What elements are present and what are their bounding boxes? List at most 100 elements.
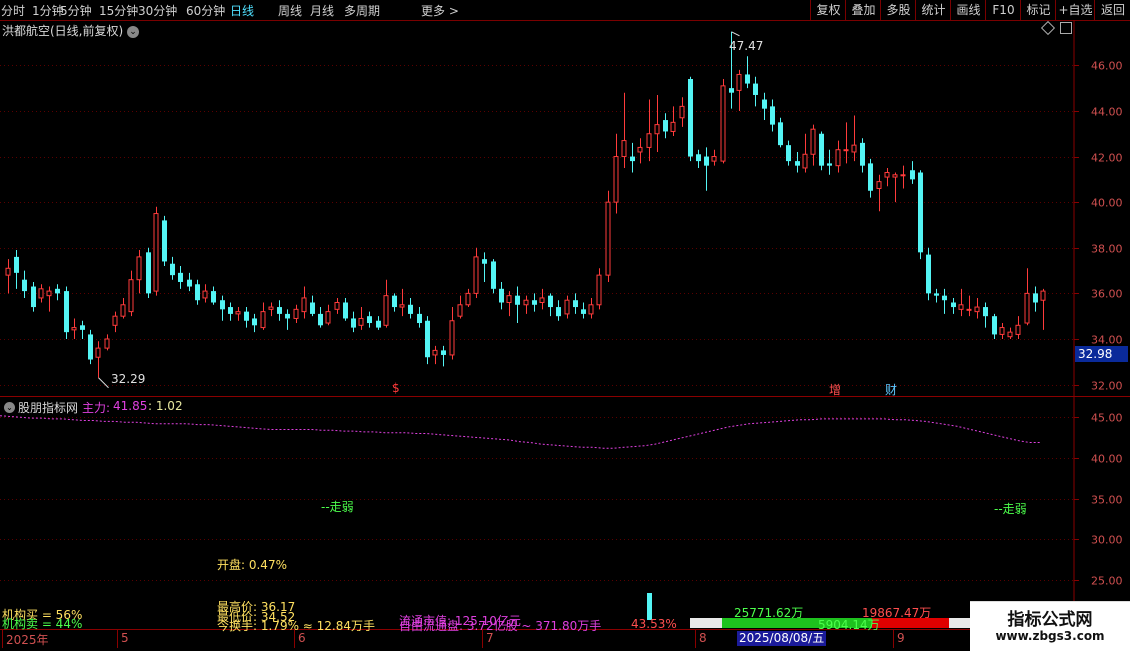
candle-body-down — [983, 307, 988, 317]
candle-body-down — [942, 295, 947, 301]
candle-body-down — [162, 220, 167, 262]
indicator-line-value: 41.85 — [113, 399, 148, 413]
candle-body-up — [235, 311, 241, 315]
candle-body-down — [80, 325, 85, 330]
weak-label-left: --走弱 — [321, 500, 354, 514]
candle-body-up — [432, 349, 438, 356]
candle-body-up — [851, 144, 857, 153]
candle-body-up — [71, 327, 77, 331]
candle-body-up — [95, 347, 101, 358]
candle-body-down — [376, 320, 381, 328]
candle-body-up — [383, 295, 389, 326]
low-pointer — [98, 377, 109, 389]
candle-body-up — [670, 121, 676, 132]
candle-body-down — [170, 263, 175, 276]
candle-body-down — [934, 293, 939, 296]
candle-body-up — [293, 308, 299, 319]
candles — [5, 31, 1046, 389]
candle-body-down — [778, 122, 783, 146]
candle-body-up — [613, 156, 619, 203]
candle-body-up — [736, 73, 742, 91]
candle-body-down — [482, 259, 487, 264]
indicator-tick-label: 25.00 — [1091, 575, 1123, 588]
candle-body-down — [532, 300, 537, 305]
candle-body-down — [1033, 293, 1038, 303]
candle-body-down — [827, 163, 832, 166]
event-marker-dollar[interactable]: $ — [392, 381, 400, 395]
date-axis-label-5: 9 — [897, 631, 905, 645]
candle-body-up — [358, 317, 364, 326]
candle-body-down — [220, 300, 225, 310]
candle-body-up — [473, 256, 479, 294]
event-marker-finance[interactable]: 财 — [885, 381, 897, 398]
candle-body-up — [1040, 290, 1046, 301]
candle-body-down — [425, 320, 430, 358]
candle-body-up — [120, 304, 126, 317]
volume-bar — [647, 593, 652, 620]
price-tick-label: 42.00 — [1091, 152, 1123, 165]
candle-body-down — [22, 279, 27, 292]
candle-body-up — [679, 105, 685, 119]
candle-body-down — [499, 288, 504, 303]
candle-body-up — [112, 315, 118, 326]
indicator-name: 股朋指标网 — [18, 401, 79, 415]
candle-body-down — [277, 307, 282, 314]
indicator-tick-label: 35.00 — [1091, 494, 1123, 507]
candle-body-down — [573, 300, 578, 308]
candle-body-up — [958, 304, 964, 310]
candle-body-down — [228, 307, 233, 314]
candle-body-down — [556, 307, 561, 317]
price-tick-label: 38.00 — [1091, 243, 1123, 256]
watermark-logo: 指标公式网 www.zbgs3.com — [970, 601, 1130, 651]
weak-label-right: --走弱 — [994, 502, 1027, 516]
candle-body-down — [762, 99, 767, 109]
turnover-stat: 今换手: 1.79% ≈ 12.84万手 — [217, 619, 376, 633]
candle-body-up — [104, 338, 110, 349]
candle-body-up — [301, 297, 307, 313]
date-axis-label-1: 5 — [121, 631, 129, 645]
indicator-extra-value: : 1.02 — [148, 399, 183, 413]
low-price-label: 32.29 — [111, 372, 146, 386]
candle-body-down — [786, 145, 791, 162]
candle-body-up — [128, 279, 134, 313]
watermark-url: www.zbgs3.com — [995, 629, 1105, 643]
watermark-title: 指标公式网 — [1007, 610, 1093, 630]
current-price-tag: 32.98 — [1075, 346, 1128, 362]
candle-body-down — [211, 291, 216, 303]
candle-body-up — [646, 133, 652, 148]
candle-body-down — [252, 318, 257, 326]
candle-body-down — [351, 318, 356, 328]
candle-body-up — [38, 288, 44, 299]
candle-body-up — [5, 267, 11, 276]
candle-body-down — [753, 83, 758, 95]
candle-body-down — [688, 79, 693, 157]
candle-body-down — [88, 334, 93, 360]
candle-body-down — [860, 142, 865, 166]
candle-body-down — [663, 120, 668, 132]
candle-body-down — [918, 172, 923, 253]
candle-body-up — [843, 149, 849, 152]
indicator-tick-label: 40.00 — [1091, 453, 1123, 466]
candle-body-up — [884, 172, 890, 178]
indicator-tick-label: 30.00 — [1091, 534, 1123, 547]
high-pointer — [731, 31, 740, 37]
axes: 32.00 34.00 36.00 38.00 40.00 42.00 44.00 46.00… — [2, 60, 1123, 648]
candle-body-down — [745, 74, 750, 84]
candle-body-down — [630, 156, 635, 162]
inst-sell-stat: 机构卖 = 44% — [2, 617, 83, 631]
open-stat: 开盘: 0.47% — [217, 558, 287, 572]
event-marker-increase[interactable]: 增 — [829, 381, 841, 398]
pct-stat: 43.53% — [631, 617, 677, 631]
indicator-settings-icon[interactable]: ⌄ — [4, 399, 15, 413]
candle-body-down — [491, 261, 496, 289]
candle-body-down — [31, 286, 36, 308]
candle-body-up — [1007, 331, 1013, 338]
candle-body-down — [310, 302, 315, 314]
candle-body-down — [64, 291, 69, 333]
candle-body-down — [195, 284, 200, 301]
high-price-label: 47.47 — [729, 39, 764, 53]
panel-toggle-icon[interactable] — [1060, 22, 1072, 34]
candle-body-up — [457, 304, 463, 317]
candle-body-up — [153, 213, 159, 292]
candlestick-chart: 32.00 34.00 36.00 38.00 40.00 42.00 44.00 46.00… — [0, 20, 1130, 648]
